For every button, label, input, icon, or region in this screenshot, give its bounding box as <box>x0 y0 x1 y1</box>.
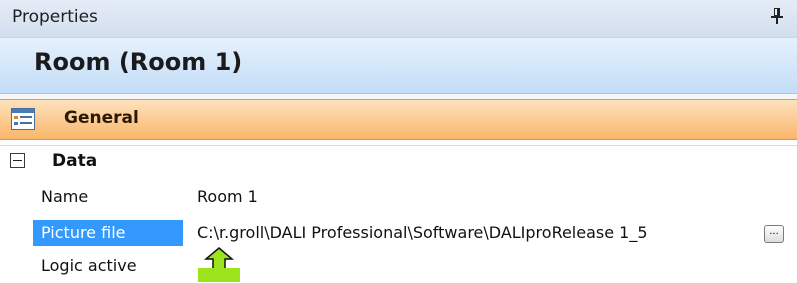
property-value[interactable] <box>183 253 797 279</box>
category-general[interactable]: General <box>0 99 797 140</box>
property-grid: Data Name Room 1 Picture file C:\r.groll… <box>0 145 797 283</box>
panel-title: Properties <box>12 7 98 27</box>
property-value[interactable]: Room 1 <box>183 184 797 210</box>
group-data: Data <box>0 146 797 178</box>
category-label: General <box>64 108 139 128</box>
group-label: Data <box>52 151 98 171</box>
pin-icon[interactable] <box>771 8 783 24</box>
collapse-icon[interactable] <box>10 153 25 168</box>
object-header: Room (Room 1) <box>0 38 797 94</box>
properties-titlebar: Properties <box>0 0 797 38</box>
browse-button[interactable]: ... <box>764 225 784 243</box>
property-page-icon <box>11 108 35 130</box>
property-value[interactable]: C:\r.groll\DALI Professional\Software\DA… <box>183 220 797 246</box>
object-title: Room (Room 1) <box>34 48 243 76</box>
property-name: Picture file <box>33 220 183 246</box>
property-name: Name <box>41 187 89 206</box>
property-row-picture-file[interactable]: Picture file C:\r.groll\DALI Professiona… <box>0 220 797 246</box>
property-name: Logic active <box>41 256 137 275</box>
annotation-label <box>198 268 240 282</box>
property-row-name[interactable]: Name Room 1 <box>0 184 797 210</box>
property-row-logic-active[interactable]: Logic active <box>0 253 797 279</box>
